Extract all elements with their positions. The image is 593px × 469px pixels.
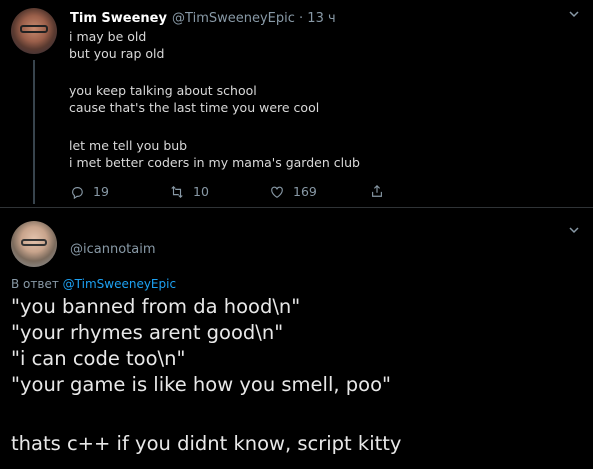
reply-context: В ответ @TimSweeneyEpic [11,277,176,291]
like-count: 169 [293,184,317,199]
tweet-line: let me tell you bub [69,138,188,153]
reply-target-link[interactable]: @TimSweeneyEpic [63,277,176,291]
thread-line [33,60,35,204]
reply-author-handle[interactable]: @icannotaim [70,242,156,257]
reply-line: thats c++ if you didnt know, script kitt… [11,432,402,455]
reply-line: "your rhymes arent good\n" [11,321,284,344]
tweet-line: i may be old [69,29,147,44]
chevron-down-icon[interactable] [568,8,580,22]
tweet-line: cause that's the last time you were cool [69,100,320,115]
retweet-button[interactable]: 10 [170,184,209,199]
tweet-line: but you rap old [69,46,165,61]
reply-prefix: В ответ [11,277,59,291]
author-name[interactable]: Tim Sweeney [70,11,167,26]
reply-line: "your game is like how you smell, poo" [11,373,391,396]
reply-line: "i can code too\n" [11,347,186,370]
author-handle-time[interactable]: @TimSweeneyEpic · 13 ч [172,11,336,26]
retweet-count: 10 [193,184,209,199]
like-icon [271,186,283,198]
reply-line: "you banned from da hood\n" [11,295,301,318]
reply-button[interactable]: 19 [70,184,109,199]
like-button[interactable]: 169 [270,184,317,199]
reply-count: 19 [93,184,109,199]
divider [0,207,593,208]
share-button[interactable] [370,184,384,198]
tweet-line: i met better coders in my mama's garden … [69,155,360,170]
tweet-line: you keep talking about school [69,83,257,98]
reply-icon [72,186,83,199]
share-icon [372,184,382,197]
chevron-down-icon[interactable] [568,224,580,238]
avatar-tim-sweeney[interactable] [11,8,57,54]
avatar-icannotaim[interactable] [11,221,57,267]
retweet-icon [171,185,183,198]
tweet-header: Tim Sweeney @TimSweeneyEpic · 13 ч [70,7,336,26]
